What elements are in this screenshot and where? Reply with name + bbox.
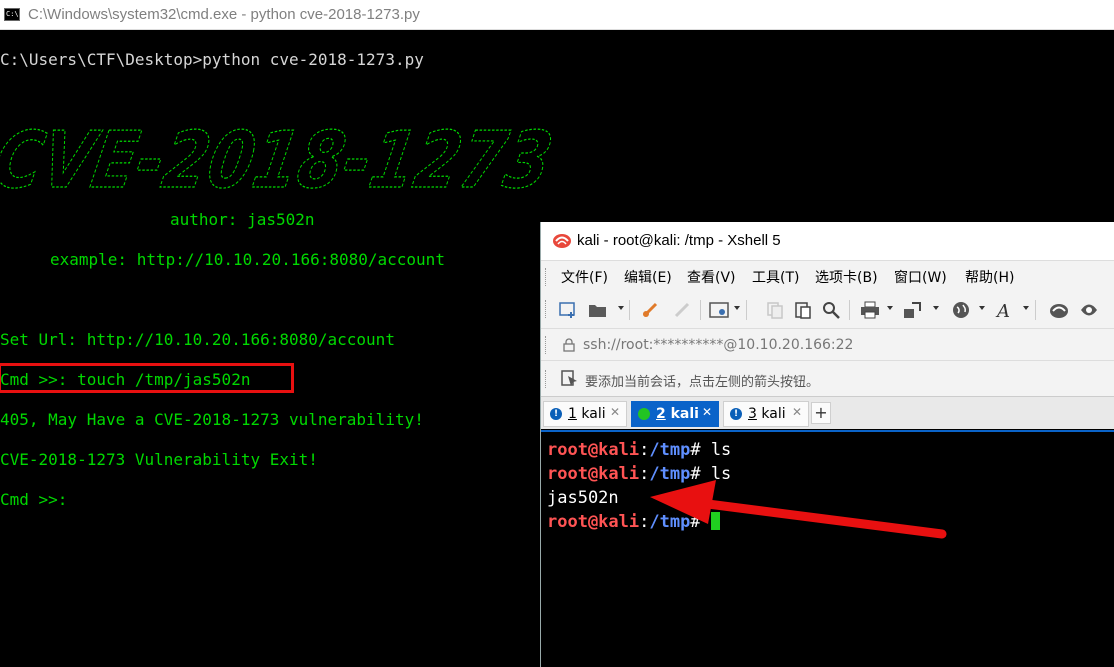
add-tab-button[interactable]: + bbox=[811, 402, 831, 424]
menu-view[interactable]: 查看(V) bbox=[687, 267, 736, 287]
transfer-icon[interactable] bbox=[903, 300, 923, 320]
cmd-titlebar[interactable]: C:\ C:\Windows\system32\cmd.exe - python… bbox=[0, 0, 1114, 30]
globe-dropdown-icon[interactable] bbox=[979, 306, 985, 310]
add-session-arrow-icon[interactable] bbox=[561, 370, 579, 388]
svg-text:CVE-2018-1273: CVE-2018-1273 bbox=[0, 125, 559, 195]
xshell-toolbar: A bbox=[541, 290, 1114, 328]
font-icon[interactable]: A bbox=[995, 300, 1015, 320]
connect-icon[interactable] bbox=[640, 300, 660, 320]
xshell-tab-bar: ! 1 kali ✕ 2 kali ✕ ! 3 kali ✕ + bbox=[541, 396, 1114, 429]
xshell-terminal[interactable]: root@kali:/tmp# ls root@kali:/tmp# ls ja… bbox=[541, 430, 1114, 667]
menu-tabs[interactable]: 选项卡(B) bbox=[815, 267, 878, 287]
open-dropdown-icon[interactable] bbox=[618, 306, 624, 310]
xftp-icon[interactable] bbox=[1079, 300, 1099, 320]
xshell-titlebar[interactable]: kali - root@kali: /tmp - Xshell 5 bbox=[541, 222, 1114, 260]
xshell-window: kali - root@kali: /tmp - Xshell 5 文件(F) … bbox=[540, 222, 1114, 667]
tab-label: 1 kali bbox=[568, 406, 606, 422]
cmd-window-title: C:\Windows\system32\cmd.exe - python cve… bbox=[28, 6, 420, 23]
terminal-line: root@kali:/tmp# ls bbox=[547, 464, 732, 484]
disconnect-icon[interactable] bbox=[672, 300, 692, 320]
properties-icon[interactable] bbox=[709, 300, 729, 320]
cmd-app-icon: C:\ bbox=[4, 8, 20, 21]
menu-tools[interactable]: 工具(T) bbox=[752, 267, 799, 287]
console-prompt-line: C:\Users\CTF\Desktop>python cve-2018-127… bbox=[0, 50, 424, 69]
console-author: author: jas502n bbox=[170, 210, 315, 229]
tab-label: 3 kali bbox=[748, 406, 786, 422]
font-dropdown-icon[interactable] bbox=[1023, 306, 1029, 310]
menu-edit[interactable]: 编辑(E) bbox=[624, 267, 672, 287]
menu-help[interactable]: 帮助(H) bbox=[965, 267, 1014, 287]
tab-session-3[interactable]: ! 3 kali ✕ bbox=[723, 401, 809, 427]
cve-banner-art: CVE-2018-1273 bbox=[0, 125, 559, 195]
xshell-logo-icon bbox=[553, 234, 571, 248]
console-result: 405, May Have a CVE-2018-1273 vulnerabil… bbox=[0, 410, 424, 429]
address-input[interactable]: ssh://root:**********@10.10.20.166:22 bbox=[583, 337, 853, 353]
tab-close-icon[interactable]: ✕ bbox=[702, 405, 712, 419]
print-dropdown-icon[interactable] bbox=[887, 306, 893, 310]
svg-text:A: A bbox=[995, 301, 1010, 320]
menu-file[interactable]: 文件(F) bbox=[561, 267, 608, 287]
paste-icon[interactable] bbox=[793, 300, 813, 320]
print-icon[interactable] bbox=[860, 300, 880, 320]
tab-session-1[interactable]: ! 1 kali ✕ bbox=[543, 401, 627, 427]
address-grip[interactable] bbox=[545, 336, 549, 354]
open-folder-icon[interactable] bbox=[588, 300, 608, 320]
highlight-box bbox=[0, 363, 294, 393]
terminal-prompt: root@kali:/tmp# bbox=[547, 512, 720, 532]
tab-close-icon[interactable]: ✕ bbox=[610, 405, 620, 419]
hint-grip[interactable] bbox=[545, 370, 549, 388]
console-example: example: http://10.10.20.166:8080/accoun… bbox=[50, 250, 445, 269]
toolbar-grip[interactable] bbox=[545, 300, 549, 318]
alert-icon: ! bbox=[550, 408, 562, 420]
tab-session-2[interactable]: 2 kali ✕ bbox=[631, 401, 719, 427]
copy-icon[interactable] bbox=[765, 300, 785, 320]
tab-label: 2 kali bbox=[656, 406, 699, 422]
xshell-script-icon[interactable] bbox=[1049, 300, 1069, 320]
globe-icon[interactable] bbox=[951, 300, 971, 320]
properties-dropdown-icon[interactable] bbox=[734, 306, 740, 310]
xshell-address-bar: ssh://root:**********@10.10.20.166:22 bbox=[541, 328, 1114, 361]
menubar-grip[interactable] bbox=[545, 268, 549, 286]
session-hint-text: 要添加当前会话，点击左侧的箭头按钮。 bbox=[585, 375, 820, 390]
transfer-dropdown-icon[interactable] bbox=[933, 306, 939, 310]
xshell-window-title: kali - root@kali: /tmp - Xshell 5 bbox=[577, 232, 781, 249]
console-cmd-prompt[interactable]: Cmd >>: bbox=[0, 490, 67, 510]
alert-icon: ! bbox=[730, 408, 742, 420]
menu-window[interactable]: 窗口(W) bbox=[894, 267, 947, 287]
new-session-icon[interactable] bbox=[558, 300, 578, 320]
terminal-cursor bbox=[710, 512, 720, 530]
console-exit-message: CVE-2018-1273 Vulnerability Exit! bbox=[0, 450, 318, 469]
connected-status-icon bbox=[638, 408, 650, 420]
terminal-line: root@kali:/tmp# ls bbox=[547, 440, 732, 460]
tab-close-icon[interactable]: ✕ bbox=[792, 405, 802, 419]
xshell-session-hint-bar: 要添加当前会话，点击左侧的箭头按钮。 bbox=[541, 360, 1114, 397]
xshell-menubar: 文件(F) 编辑(E) 查看(V) 工具(T) 选项卡(B) 窗口(W) 帮助(… bbox=[541, 260, 1114, 291]
terminal-output: jas502n bbox=[547, 488, 619, 508]
console-set-url: Set Url: http://10.10.20.166:8080/accoun… bbox=[0, 330, 395, 349]
find-icon[interactable] bbox=[821, 300, 841, 320]
lock-icon bbox=[563, 338, 575, 352]
